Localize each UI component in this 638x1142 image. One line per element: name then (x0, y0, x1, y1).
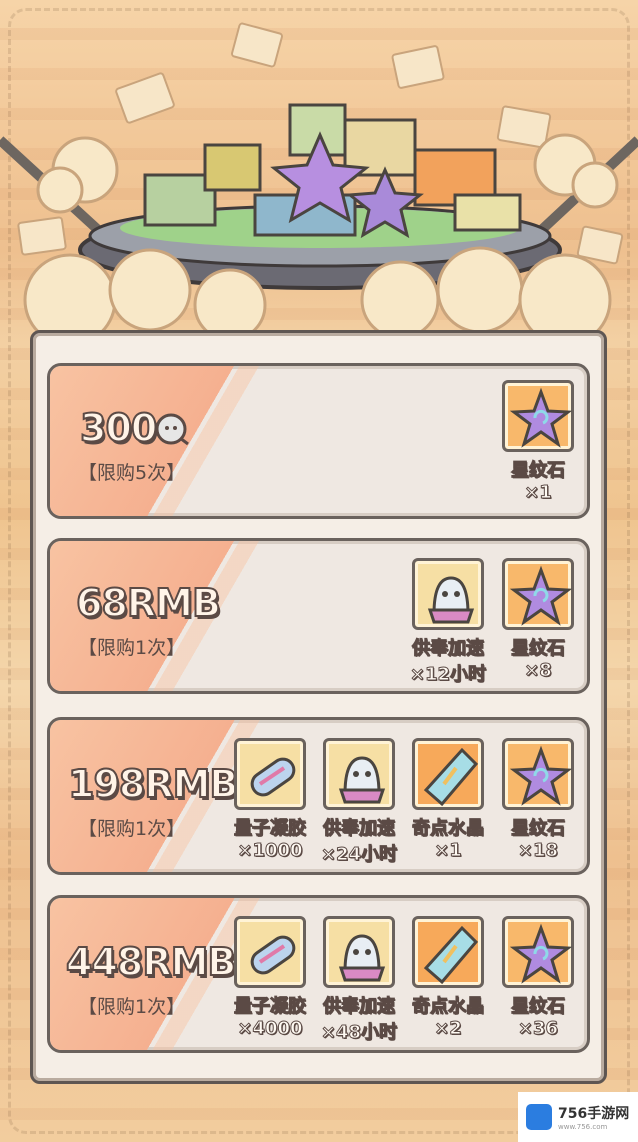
item-quantity: ×4000 (237, 1018, 303, 1040)
item-quantity: ×24小时 (320, 844, 398, 866)
offering-boost-icon (323, 738, 395, 810)
item-name: 星纹石 (511, 996, 566, 1018)
pack-price: 198RMB (67, 761, 239, 807)
item-quantity: ×36 (517, 1018, 559, 1040)
pack-card-448rmb[interactable]: 448RMB 【限购1次】 量子凝胶 ×4000 供奉加速 ×48小时 奇点水晶… (47, 895, 590, 1053)
cube-logo-icon (526, 1104, 552, 1130)
item-name: 奇点水晶 (412, 818, 485, 840)
item-name: 星纹石 (511, 818, 566, 840)
pack-card-300[interactable]: 300 【限购5次】 星纹石 ×1 (47, 363, 590, 519)
pack-card-198rmb[interactable]: 198RMB 【限购1次】 量子凝胶 ×1000 供奉加速 ×24小时 奇点水晶… (47, 717, 590, 875)
reward-item: 量子凝胶 ×4000 (234, 916, 307, 1040)
gift-pile-banner (0, 22, 638, 340)
reward-item: 奇点水晶 ×2 (412, 916, 485, 1040)
item-quantity: ×12小时 (409, 664, 487, 686)
item-name: 量子凝胶 (234, 818, 307, 840)
ghost-coin-icon (155, 413, 189, 446)
reward-item: 供奉加速 ×48小时 (320, 916, 398, 1044)
watermark-title: 756手游网 (558, 1106, 630, 1122)
watermark-url: www.756.com (558, 1123, 608, 1131)
item-name: 星纹石 (511, 638, 566, 660)
item-name: 星纹石 (511, 460, 566, 482)
item-quantity: ×1 (524, 482, 553, 504)
singularity-crystal-icon (412, 738, 484, 810)
purchase-limit: 【限购1次】 (78, 818, 186, 840)
star-stone-icon (502, 738, 574, 810)
reward-item: 星纹石 ×1 (502, 380, 574, 504)
reward-item: 供奉加速 ×24小时 (320, 738, 398, 866)
item-name: 奇点水晶 (412, 996, 485, 1018)
offering-boost-icon (412, 558, 484, 630)
star-stone-icon (502, 380, 574, 452)
purchase-limit: 【限购1次】 (78, 637, 186, 659)
pack-price: 68RMB (75, 580, 222, 626)
pack-price: 448RMB (65, 939, 237, 985)
reward-item: 供奉加速 ×12小时 (409, 558, 487, 686)
item-name: 供奉加速 (323, 818, 396, 840)
reward-item: 量子凝胶 ×1000 (234, 738, 307, 862)
item-quantity: ×2 (434, 1018, 463, 1040)
offering-boost-icon (323, 916, 395, 988)
reward-item: 星纹石 ×36 (502, 916, 574, 1040)
item-quantity: ×1 (434, 840, 463, 862)
star-stone-icon (502, 916, 574, 988)
item-name: 量子凝胶 (234, 996, 307, 1018)
purchase-limit: 【限购1次】 (78, 996, 186, 1018)
item-quantity: ×1000 (237, 840, 303, 862)
pack-price: 300 (79, 405, 158, 451)
item-quantity: ×48小时 (320, 1022, 398, 1044)
star-stone-icon (502, 558, 574, 630)
pack-card-68rmb[interactable]: 68RMB 【限购1次】 供奉加速 ×12小时 星纹石 ×8 (47, 538, 590, 694)
reward-item: 星纹石 ×8 (502, 558, 574, 682)
item-quantity: ×18 (517, 840, 559, 862)
singularity-crystal-icon (412, 916, 484, 988)
purchase-limit: 【限购5次】 (78, 462, 186, 484)
item-name: 供奉加速 (412, 638, 485, 660)
reward-item: 奇点水晶 ×1 (412, 738, 485, 862)
item-quantity: ×8 (524, 660, 553, 682)
item-name: 供奉加速 (323, 996, 396, 1018)
quantum-gel-icon (234, 738, 306, 810)
quantum-gel-icon (234, 916, 306, 988)
site-watermark: 756手游网 www.756.com (518, 1092, 638, 1142)
reward-item: 星纹石 ×18 (502, 738, 574, 862)
